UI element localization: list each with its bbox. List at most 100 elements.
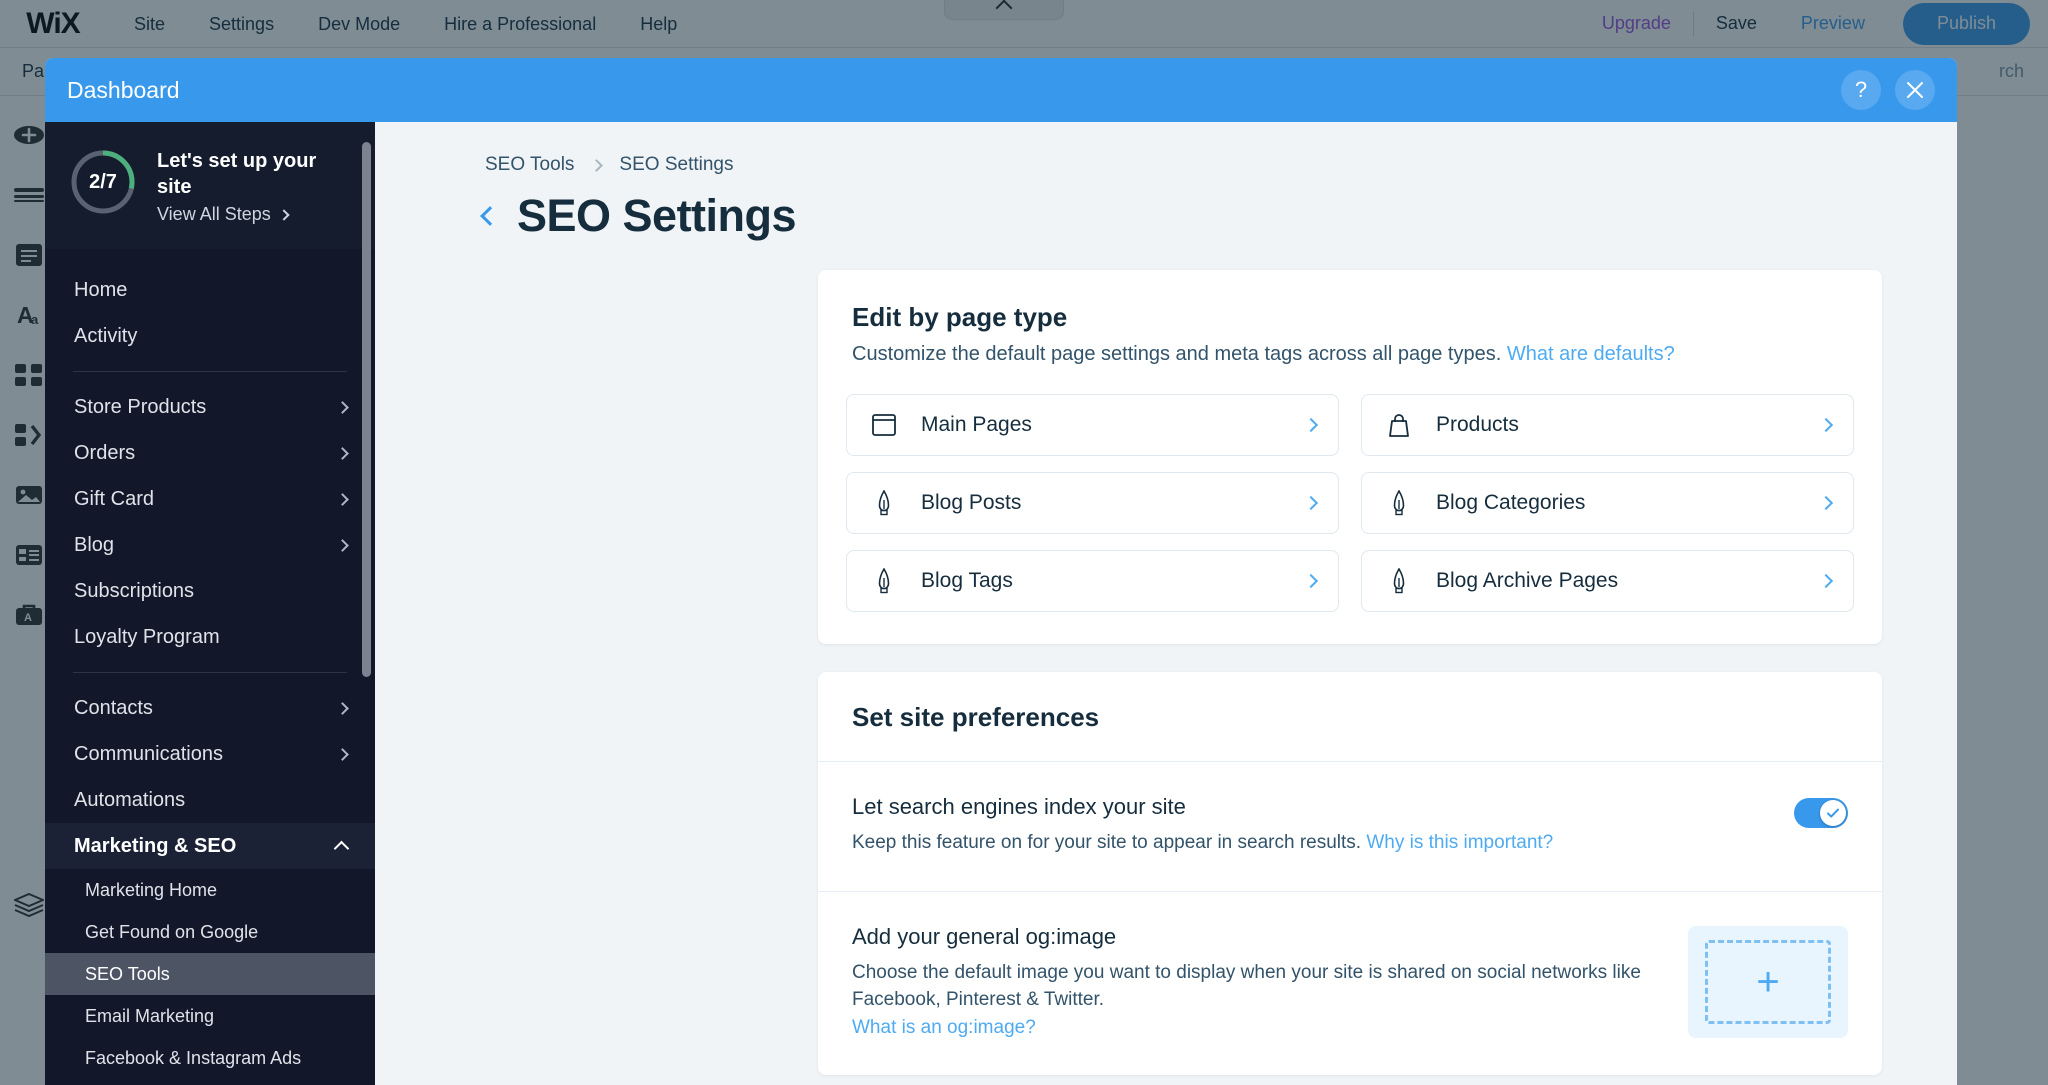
section-heading: Edit by page type <box>852 302 1068 332</box>
breadcrumb: SEO Tools SEO Settings <box>375 122 1957 176</box>
chevron-right-icon <box>336 538 349 552</box>
pen-nib-icon <box>1386 568 1412 594</box>
sidebar-item-label: Home <box>74 278 128 301</box>
sidebar-item-home[interactable]: Home <box>45 267 375 313</box>
what-is-an-ogimage-link[interactable]: What is an og:image? <box>852 1017 1036 1038</box>
sidebar-item-label: Marketing & SEO <box>74 834 237 857</box>
view-all-steps-link[interactable]: View All Steps <box>157 204 347 225</box>
sidebar-item-label: Subscriptions <box>74 579 195 602</box>
setup-text: Let's set up your site View All Steps <box>157 148 347 225</box>
chevron-right-icon <box>336 400 349 414</box>
help-button[interactable]: ? <box>1841 70 1881 110</box>
section-description: Customize the default page settings and … <box>852 343 1848 366</box>
sidebar-item-contacts[interactable]: Contacts <box>45 685 375 731</box>
check-icon <box>1827 808 1839 818</box>
chevron-right-icon <box>1303 573 1319 589</box>
sidebar-item-activity[interactable]: Activity <box>45 313 375 359</box>
sidebar-item-label: Gift Card <box>74 487 155 510</box>
sidebar-item-orders[interactable]: Orders <box>45 430 375 476</box>
chevron-right-icon <box>1818 495 1834 511</box>
preference-row-ogimage: Add your general og:image Choose the def… <box>818 892 1882 1076</box>
page-type-grid: Main Pages Products Blog Posts Blog Cate… <box>818 366 1882 644</box>
sidebar-item-subscriptions[interactable]: Subscriptions <box>45 568 375 614</box>
sidebar-item-seo-tools[interactable]: SEO Tools <box>45 953 375 996</box>
pen-nib-icon <box>871 490 897 516</box>
progress-label: 2/7 <box>89 170 117 193</box>
plus-icon: + <box>1705 939 1831 1024</box>
sidebar-item-label: Blog <box>74 533 115 556</box>
chevron-right-icon <box>1818 417 1834 433</box>
sidebar-item-label: Contacts <box>74 696 153 719</box>
chevron-right-icon <box>1303 417 1319 433</box>
toggle-knob <box>1820 800 1846 826</box>
sidebar-item-store-products[interactable]: Store Products <box>45 384 375 430</box>
tile-label: Blog Tags <box>921 569 1013 592</box>
preference-description: Choose the default image you want to dis… <box>852 959 1664 1042</box>
sidebar-item-email-marketing[interactable]: Email Marketing <box>45 995 375 1037</box>
dashboard-body: 2/7 Let's set up your site View All Step… <box>45 122 1957 1085</box>
tile-main-pages[interactable]: Main Pages <box>846 394 1339 456</box>
dashboard-main: SEO Tools SEO Settings SEO Settings Edit… <box>375 122 1957 1085</box>
sidebar-item-blog[interactable]: Blog <box>45 522 375 568</box>
sidebar-item-label: Facebook & Instagram Ads <box>85 1047 302 1068</box>
sidebar-item-loyalty-program[interactable]: Loyalty Program <box>45 614 375 660</box>
dashboard-modal: Dashboard ? 2/7 Let's set up your site V… <box>45 58 1957 1085</box>
chevron-right-icon <box>278 209 290 221</box>
sidebar-item-label: Email Marketing <box>85 1005 215 1026</box>
sidebar-item-label: Activity <box>74 324 138 347</box>
preference-title: Add your general og:image <box>852 923 1117 949</box>
question-mark-icon: ? <box>1854 77 1868 102</box>
tile-blog-posts[interactable]: Blog Posts <box>846 472 1339 534</box>
edit-by-page-type-card: Edit by page type Customize the default … <box>818 270 1882 644</box>
index-site-toggle[interactable] <box>1794 798 1848 828</box>
chevron-right-icon <box>336 747 349 761</box>
bag-icon <box>1386 412 1412 438</box>
page-title: SEO Settings <box>517 190 797 241</box>
chevron-right-icon <box>1818 573 1834 589</box>
close-button[interactable] <box>1895 70 1935 110</box>
setup-progress-card[interactable]: 2/7 Let's set up your site View All Step… <box>45 122 375 250</box>
sidebar-item-facebook-and-instagram-ads[interactable]: Facebook & Instagram Ads <box>45 1037 375 1079</box>
preference-row-index-site: Let search engines index your site Keep … <box>818 762 1882 891</box>
sidebar-item-label: Communications <box>74 742 223 765</box>
site-preferences-card: Set site preferences Let search engines … <box>818 672 1882 1076</box>
tile-label: Blog Archive Pages <box>1436 569 1619 592</box>
chevron-right-icon <box>590 158 604 172</box>
chevron-right-icon <box>336 701 349 715</box>
preference-text: Let search engines index your site Keep … <box>852 794 1770 857</box>
tile-blog-archive-pages[interactable]: Blog Archive Pages <box>1361 550 1854 612</box>
sidebar-group-marketing-and-seo[interactable]: Marketing & SEO <box>45 823 375 870</box>
pen-nib-icon <box>1386 490 1412 516</box>
tile-blog-tags[interactable]: Blog Tags <box>846 550 1339 612</box>
sidebar-item-communications[interactable]: Communications <box>45 731 375 777</box>
pen-nib-icon <box>871 568 897 594</box>
sidebar-item-automations[interactable]: Automations <box>45 777 375 823</box>
sidebar-item-get-found-on-google[interactable]: Get Found on Google <box>45 911 375 953</box>
ogimage-uploader[interactable]: + <box>1688 925 1848 1038</box>
sidebar-scrollbar[interactable] <box>362 142 371 677</box>
view-all-steps-label: View All Steps <box>157 204 271 225</box>
chevron-right-icon <box>1303 495 1319 511</box>
breadcrumb-item-seo-tools[interactable]: SEO Tools <box>485 154 574 176</box>
tile-products[interactable]: Products <box>1361 394 1854 456</box>
tile-label: Blog Posts <box>921 491 1022 514</box>
dashboard-title: Dashboard <box>67 76 180 103</box>
what-are-defaults-link[interactable]: What are defaults? <box>1507 343 1675 365</box>
tile-blog-categories[interactable]: Blog Categories <box>1361 472 1854 534</box>
dashboard-modal-header: Dashboard ? <box>45 58 1957 122</box>
sidebar-item-label: Get Found on Google <box>85 921 259 942</box>
breadcrumb-item-seo-settings[interactable]: SEO Settings <box>619 154 733 176</box>
dashboard-sidebar: 2/7 Let's set up your site View All Step… <box>45 122 375 1085</box>
sidebar-item-gift-card[interactable]: Gift Card <box>45 476 375 522</box>
why-is-this-important-link[interactable]: Why is this important? <box>1366 832 1553 853</box>
sidebar-nav: Home Activity Store Products Orders Gift… <box>45 249 375 1079</box>
chevron-right-icon <box>336 446 349 460</box>
section-description-text: Customize the default page settings and … <box>852 343 1502 365</box>
sidebar-item-label: Store Products <box>74 395 207 418</box>
sidebar-item-label: Orders <box>74 441 136 464</box>
preference-description: Keep this feature on for your site to ap… <box>852 829 1770 857</box>
preference-description-text: Choose the default image you want to dis… <box>852 961 1641 1011</box>
chevron-left-icon[interactable] <box>480 206 500 226</box>
preference-description-text: Keep this feature on for your site to ap… <box>852 832 1362 853</box>
sidebar-item-marketing-home[interactable]: Marketing Home <box>45 869 375 911</box>
